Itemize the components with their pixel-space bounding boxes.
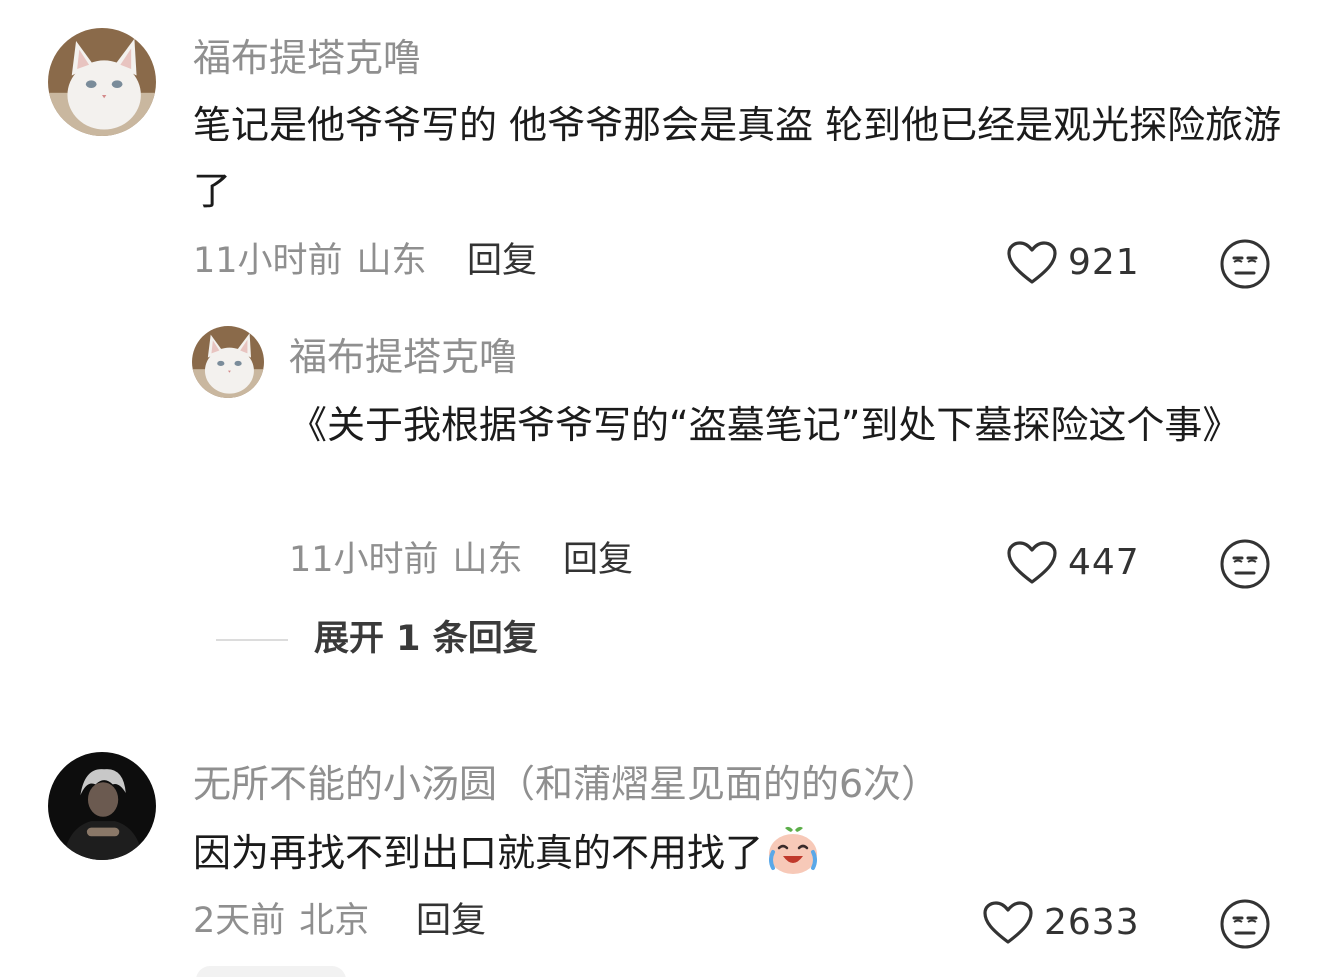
divider bbox=[216, 638, 288, 641]
dislike-button[interactable] bbox=[1219, 898, 1271, 950]
reply-meta: 11小时前 山东 bbox=[289, 543, 523, 578]
location: 山东 bbox=[452, 540, 523, 580]
like-button[interactable]: 447 bbox=[1006, 540, 1140, 586]
reply-button[interactable]: 回复 bbox=[467, 244, 537, 279]
expand-replies-button[interactable]: 展开 1 条回复 bbox=[216, 622, 538, 657]
heart-outline-icon bbox=[1007, 241, 1057, 284]
cat-avatar-image bbox=[192, 326, 264, 398]
reply-button[interactable]: 回复 bbox=[563, 543, 633, 578]
like-count: 921 bbox=[1068, 242, 1140, 283]
location: 山东 bbox=[356, 241, 427, 281]
timestamp: 11小时前 bbox=[289, 540, 439, 580]
unamused-face-icon bbox=[1220, 539, 1270, 589]
comment-text: 笔记是他爷爷写的 他爷爷那会是真盗 轮到他已经是观光探险旅游了 bbox=[193, 103, 1282, 213]
username[interactable]: 福布提塔克噜 bbox=[289, 338, 517, 376]
avatar[interactable] bbox=[192, 326, 264, 398]
comment-thread: 福布提塔克噜 笔记是他爷爷写的 他爷爷那会是真盗 轮到他已经是观光探险旅游了 1… bbox=[0, 0, 1320, 977]
comment-meta: 2天前 北京 bbox=[193, 904, 369, 939]
like-count: 447 bbox=[1068, 542, 1140, 583]
heart-outline-icon bbox=[1007, 541, 1057, 584]
reply-button[interactable]: 回复 bbox=[416, 904, 486, 939]
cat-avatar-image bbox=[48, 28, 156, 136]
comment-meta: 11小时前 山东 bbox=[193, 244, 427, 279]
like-count: 2633 bbox=[1044, 902, 1140, 943]
heart-outline-icon bbox=[983, 901, 1033, 944]
avatar[interactable] bbox=[48, 28, 156, 136]
like-button[interactable]: 921 bbox=[1006, 240, 1140, 286]
username[interactable]: 无所不能的小汤圆（和蒲熠星见面的的6次） bbox=[193, 765, 939, 803]
like-button[interactable]: 2633 bbox=[982, 900, 1140, 946]
comment-text: 因为再找不到出口就真的不用找了 bbox=[193, 820, 1283, 886]
username[interactable]: 福布提塔克噜 bbox=[193, 39, 421, 77]
expand-replies-label: 展开 1 条回复 bbox=[314, 619, 538, 659]
comment-text-content: 因为再找不到出口就真的不用找了 bbox=[193, 831, 764, 875]
reply-text: 《关于我根据爷爷写的“盗墓笔记”到处下墓探险这个事》 bbox=[289, 403, 1241, 447]
location: 北京 bbox=[299, 901, 370, 941]
avatar[interactable] bbox=[48, 752, 156, 860]
timestamp: 11小时前 bbox=[193, 241, 343, 281]
person-avatar-image bbox=[48, 752, 156, 860]
next-item-preview bbox=[196, 966, 346, 977]
timestamp: 2天前 bbox=[193, 901, 286, 941]
dislike-button[interactable] bbox=[1219, 538, 1271, 590]
crying-laughing-peach-emoji bbox=[765, 824, 821, 876]
dislike-button[interactable] bbox=[1219, 238, 1271, 290]
unamused-face-icon bbox=[1220, 239, 1270, 289]
unamused-face-icon bbox=[1220, 899, 1270, 949]
